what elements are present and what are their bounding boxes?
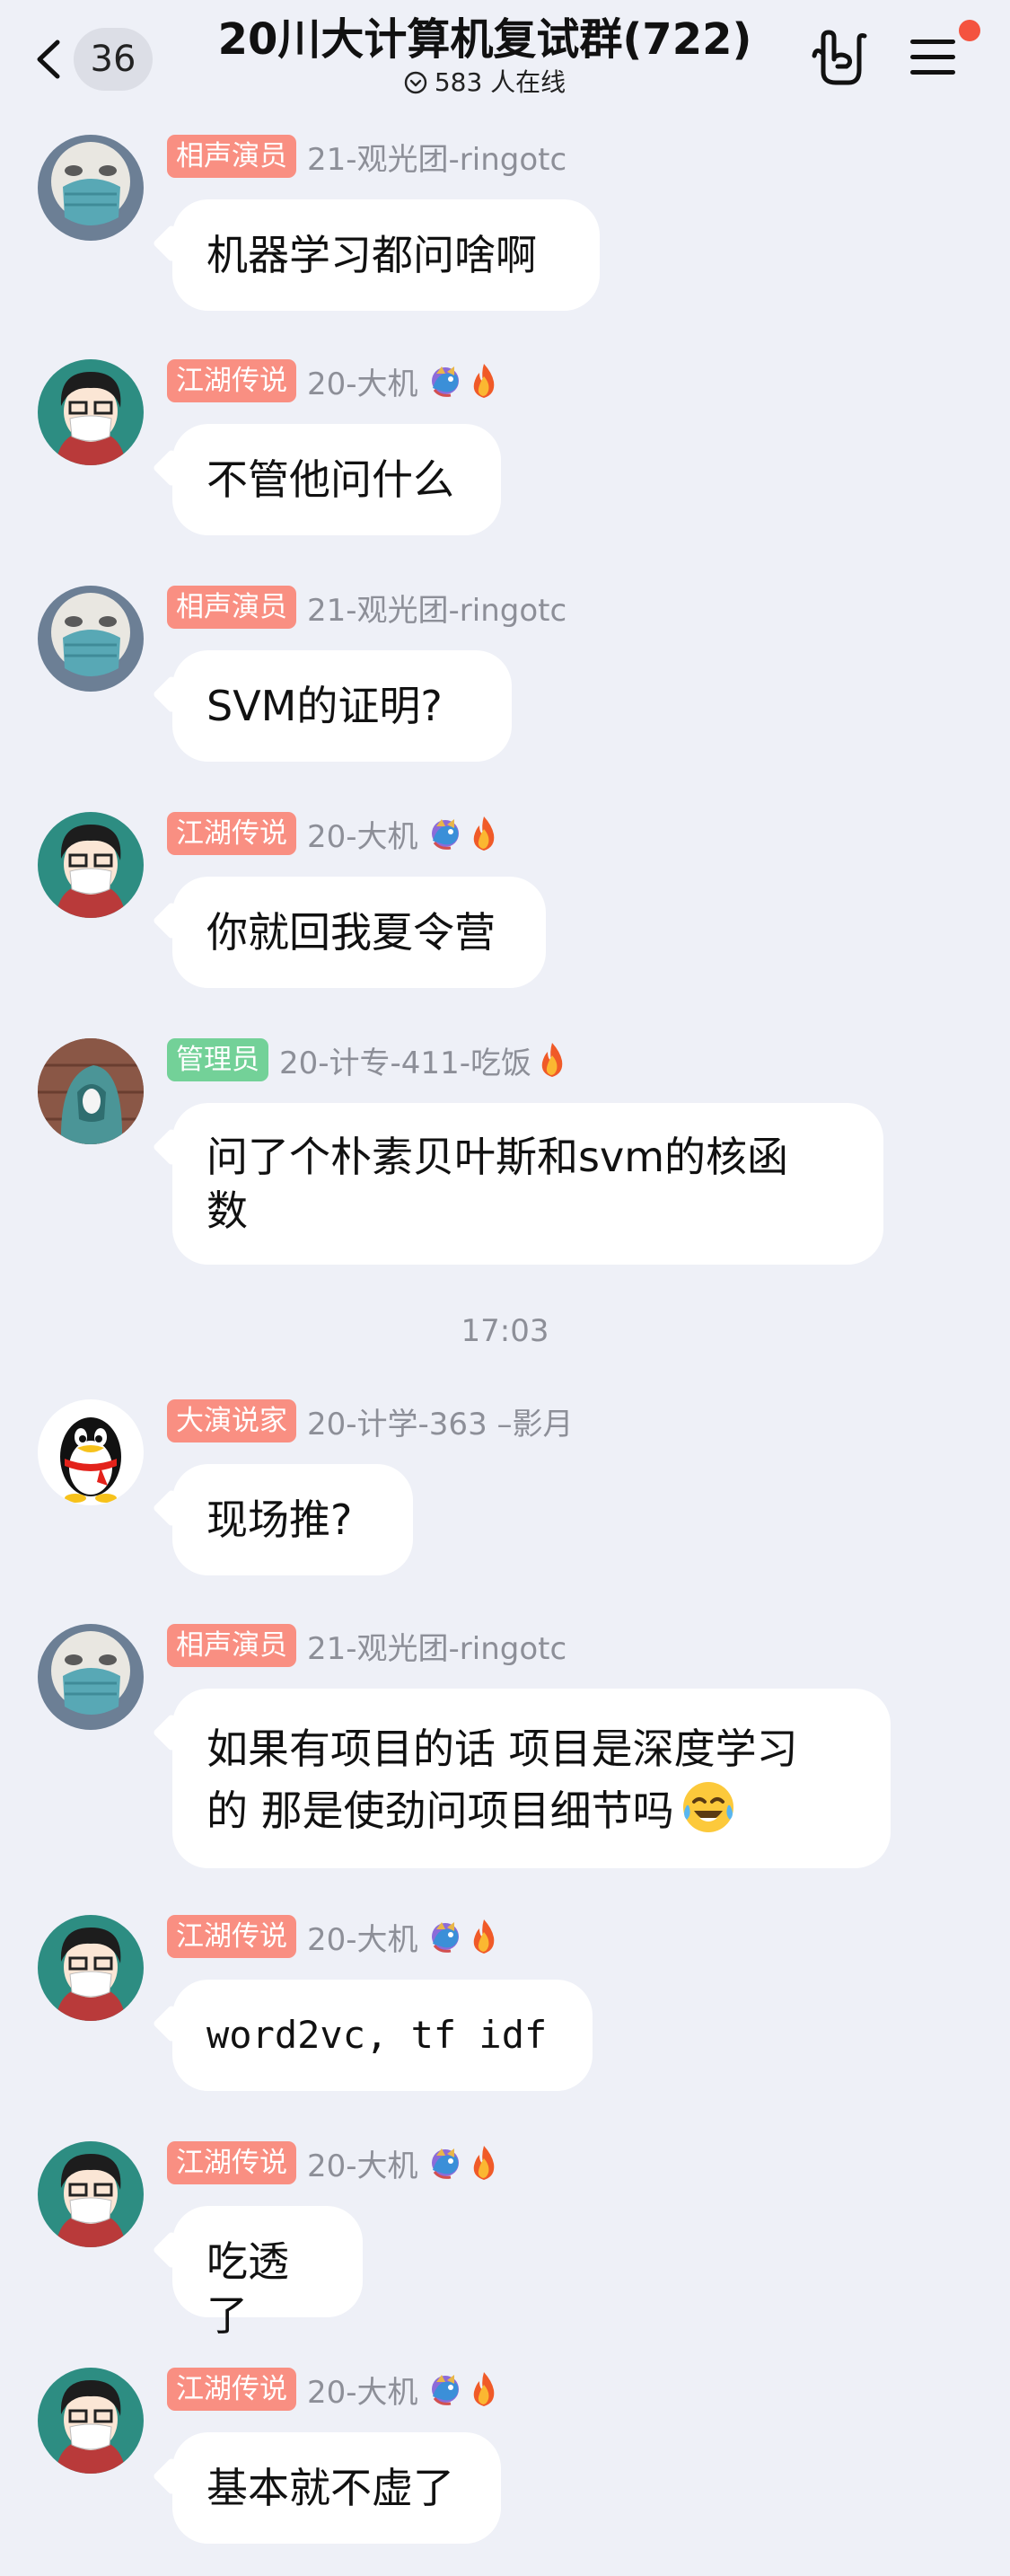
fire-icon [473, 364, 494, 398]
mask-avatar[interactable] [38, 586, 144, 692]
chat-header: 36 20川大计算机复试群(722) 583 人在线 [0, 0, 1010, 117]
time-divider: 17:03 [461, 1313, 549, 1349]
mask-avatar[interactable] [38, 135, 144, 241]
member-title-tag: 江湖传说 [167, 359, 296, 402]
message-bubble[interactable]: 基本就不虚了 [172, 2432, 501, 2544]
message-text: word2vc, tf idf [206, 2013, 548, 2057]
member-title-tag: 相声演员 [167, 1624, 296, 1667]
sender-meta: 江湖传说 20-大机 [167, 812, 499, 855]
anime-avatar[interactable] [38, 2368, 144, 2474]
sender-name[interactable]: 20-计学-363 –影月 [307, 1399, 574, 1443]
member-title-tag: 相声演员 [167, 135, 296, 178]
member-title-tag: 江湖传说 [167, 2141, 296, 2184]
sender-name[interactable]: 20-大机 [307, 1915, 418, 1959]
notification-dot [959, 20, 980, 41]
message-text: 吃透了 [206, 2237, 289, 2340]
sender-name[interactable]: 21-观光团-ringotc [307, 1624, 566, 1668]
dragon-medal-icon [430, 2373, 461, 2405]
admin-tag: 管理员 [167, 1038, 268, 1081]
dragon-medal-icon [430, 817, 461, 850]
message-bubble[interactable]: 不管他问什么 [172, 424, 501, 535]
sender-name[interactable]: 20-大机 [307, 812, 418, 856]
member-title-tag: 大演说家 [167, 1399, 296, 1442]
sender-meta: 江湖传说 20-大机 [167, 2141, 499, 2184]
sender-meta: 江湖传说 20-大机 [167, 1915, 499, 1958]
fire-icon [473, 2146, 494, 2180]
fire-icon [541, 1043, 563, 1077]
message-bubble[interactable]: SVM的证明? [172, 650, 512, 762]
sender-meta: 相声演员 21-观光团-ringotc [167, 135, 566, 178]
message-text: 不管他问什么 [206, 455, 454, 504]
message-text: SVM的证明? [206, 682, 443, 730]
online-check-icon [404, 71, 427, 94]
message-text: 你就回我夏令营 [206, 908, 496, 957]
menu-icon[interactable] [907, 32, 961, 83]
sender-name[interactable]: 20-计专-411-吃饭 [279, 1038, 531, 1082]
member-title-tag: 江湖传说 [167, 1915, 296, 1958]
sender-meta: 大演说家 20-计学-363 –影月 [167, 1399, 574, 1442]
message-bubble[interactable]: word2vc, tf idf [172, 1980, 593, 2091]
sender-name[interactable]: 21-观光团-ringotc [307, 135, 566, 179]
group-title: 20川大计算机复试群(722) [217, 14, 752, 65]
fire-icon [473, 816, 494, 851]
online-count: 583 人在线 [434, 67, 566, 97]
back-button[interactable]: 36 [34, 27, 160, 92]
sender-name[interactable]: 21-观光团-ringotc [307, 586, 566, 630]
sender-meta: 相声演员 21-观光团-ringotc [167, 586, 566, 629]
member-title-tag: 相声演员 [167, 586, 296, 629]
hoodie-avatar[interactable] [38, 1038, 144, 1144]
online-status: 583 人在线 [180, 66, 790, 99]
sender-name[interactable]: 20-大机 [307, 359, 418, 403]
member-title-tag: 江湖传说 [167, 812, 296, 855]
message-text: 机器学习都问啥啊 [206, 231, 537, 279]
unread-count-badge: 36 [74, 28, 153, 91]
member-title-tag: 江湖传说 [167, 2368, 296, 2411]
message-bubble[interactable]: 问了个朴素贝叶斯和svm的核函 数 [172, 1103, 883, 1265]
sender-name[interactable]: 20-大机 [307, 2141, 418, 2185]
message-text: 现场推? [206, 1495, 353, 1544]
message-bubble[interactable]: 你就回我夏令营 [172, 877, 546, 988]
mask-avatar[interactable] [38, 1624, 144, 1730]
sender-meta: 管理员 20-计专-411-吃饭 [167, 1038, 567, 1081]
dragon-medal-icon [430, 1920, 461, 1953]
fire-icon [473, 2372, 494, 2406]
chevron-left-icon [37, 40, 60, 79]
message-text-line-2: 数 [206, 1187, 248, 1235]
tears-of-joy-emoji-icon [682, 1782, 733, 1832]
sender-meta: 相声演员 21-观光团-ringotc [167, 1624, 566, 1667]
sender-name[interactable]: 20-大机 [307, 2368, 418, 2412]
message-bubble[interactable]: 机器学习都问啥啊 [172, 199, 600, 311]
sender-meta: 江湖传说 20-大机 [167, 359, 499, 402]
chat-title-area[interactable]: 20川大计算机复试群(722) 583 人在线 [180, 13, 790, 99]
penguin-avatar[interactable] [38, 1399, 144, 1505]
message-bubble[interactable]: 现场推? [172, 1464, 413, 1575]
message-bubble[interactable]: 吃透了 [172, 2206, 363, 2340]
message-bubble[interactable]: 如果有项目的话 项目是深度学习 的 那是使劲问项目细节吗 [172, 1689, 891, 1868]
fire-icon [473, 1919, 494, 1954]
dragon-medal-icon [430, 2147, 461, 2179]
message-text-line-2: 的 那是使劲问项目细节吗 [206, 1786, 674, 1835]
dragon-medal-icon [430, 365, 461, 397]
rock-hand-icon[interactable] [811, 29, 870, 88]
message-text-line-2-wrap: 的 那是使劲问项目细节吗 [206, 1778, 856, 1840]
anime-avatar[interactable] [38, 1915, 144, 2021]
anime-avatar[interactable] [38, 359, 144, 465]
message-text-line-1: 如果有项目的话 项目是深度学习 [206, 1725, 798, 1773]
message-text-line-1: 问了个朴素贝叶斯和svm的核函 [206, 1133, 788, 1181]
anime-avatar[interactable] [38, 2141, 144, 2247]
message-text: 基本就不虚了 [206, 2464, 454, 2512]
sender-meta: 江湖传说 20-大机 [167, 2368, 499, 2411]
anime-avatar[interactable] [38, 812, 144, 918]
